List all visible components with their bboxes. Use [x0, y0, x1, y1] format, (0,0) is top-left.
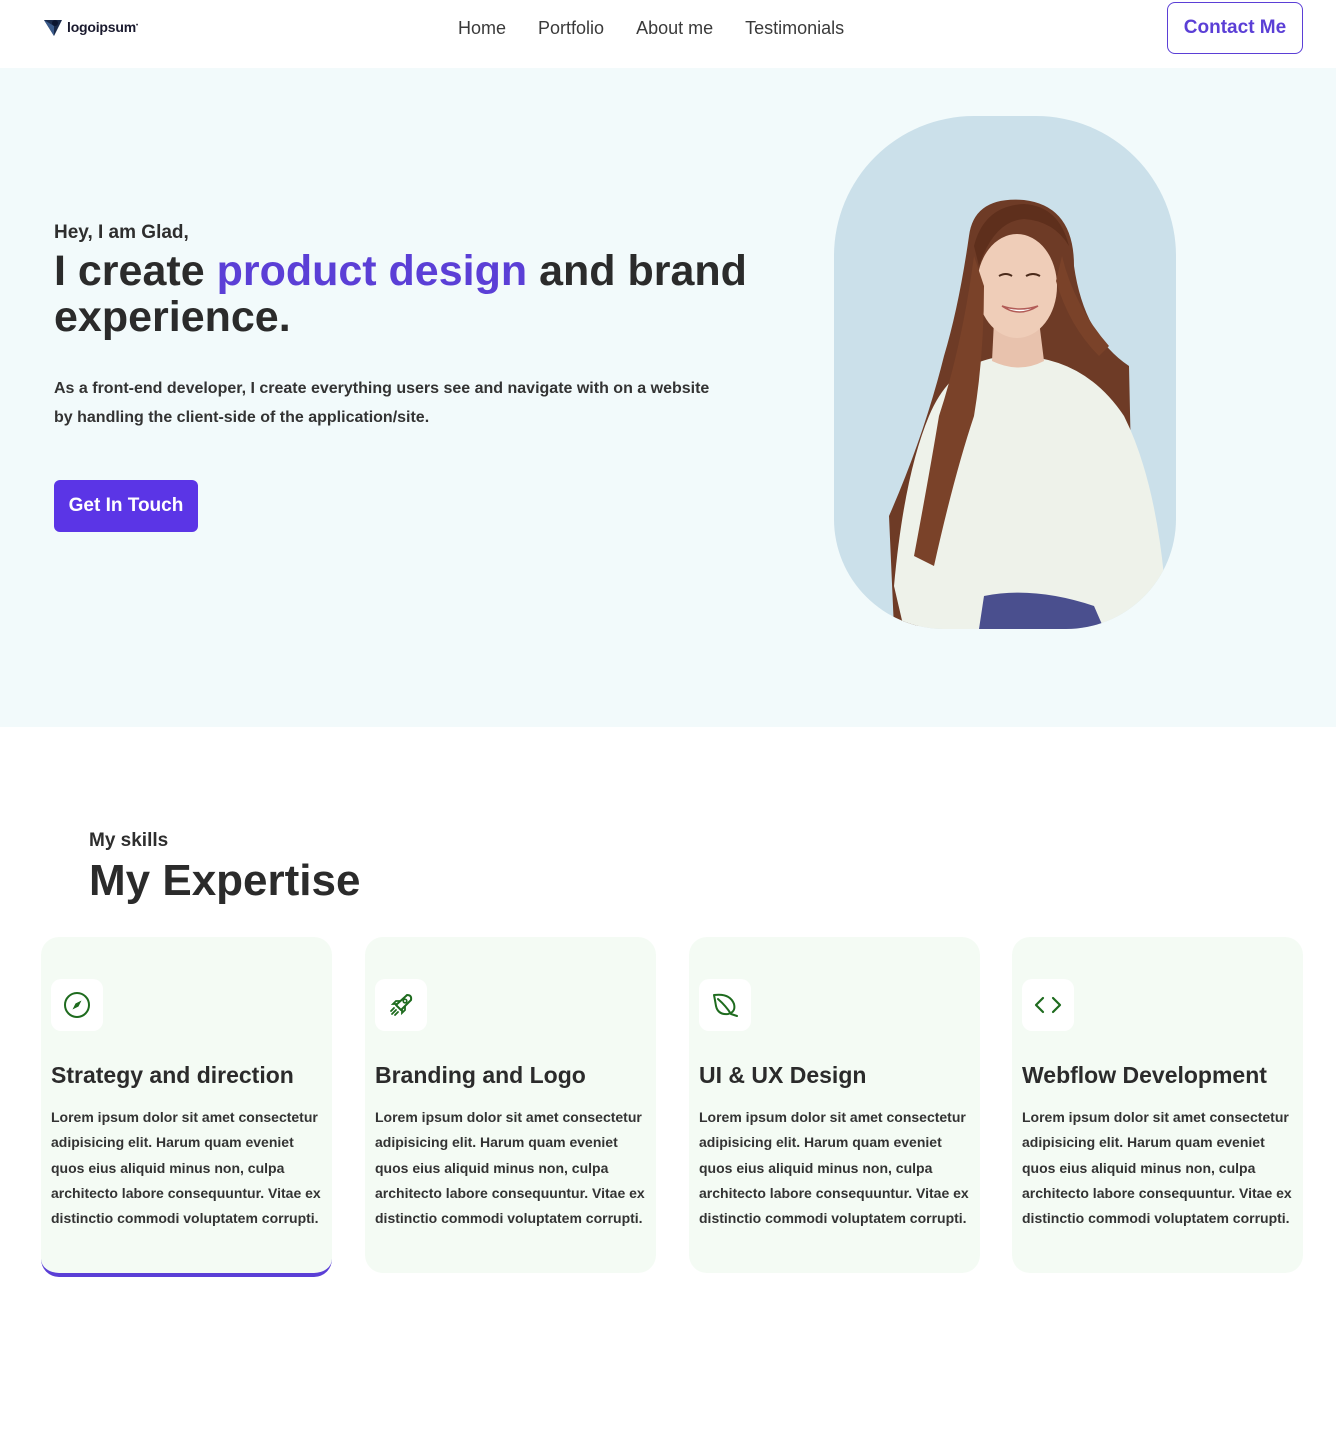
nav-link-about[interactable]: About me [636, 16, 713, 40]
card-title: UI & UX Design [699, 1062, 867, 1088]
contact-me-button[interactable]: Contact Me [1167, 2, 1303, 54]
logo-text: logoipsum• [67, 19, 138, 35]
skill-card-ui-ux[interactable]: UI & UX Design Lorem ipsum dolor sit ame… [689, 937, 980, 1273]
hero-section: Hey, I am Glad, I create product design … [0, 68, 1336, 727]
card-text: Lorem ipsum dolor sit amet consectetur a… [699, 1109, 969, 1227]
card-title: Strategy and direction [51, 1062, 294, 1088]
skills-title: My Expertise [89, 856, 361, 905]
person-illustration [889, 199, 1164, 629]
card-icon-box [699, 979, 751, 1031]
card-icon-box [375, 979, 427, 1031]
top-nav: logoipsum• Home Portfolio About me Testi… [0, 0, 1336, 68]
logo-icon [44, 20, 62, 36]
nav-link-home[interactable]: Home [458, 16, 506, 40]
card-title: Branding and Logo [375, 1062, 586, 1088]
hero-title-accent: product design [216, 247, 528, 295]
compass-icon [64, 992, 90, 1018]
skill-card-strategy[interactable]: Strategy and direction Lorem ipsum dolor… [41, 937, 332, 1277]
leaf-icon [713, 993, 738, 1017]
rocket-icon [390, 994, 413, 1016]
skill-card-branding[interactable]: Branding and Logo Lorem ipsum dolor sit … [365, 937, 656, 1273]
get-in-touch-button[interactable]: Get In Touch [54, 480, 198, 532]
hero-description: As a front-end developer, I create every… [54, 380, 710, 426]
hero-title: I create product design and brand experi… [54, 247, 747, 341]
card-title: Webflow Development [1022, 1062, 1267, 1088]
nav-link-portfolio[interactable]: Portfolio [538, 16, 604, 40]
card-text: Lorem ipsum dolor sit amet consectetur a… [375, 1109, 645, 1227]
logo[interactable]: logoipsum• [42, 16, 138, 38]
nav-links: Home Portfolio About me Testimonials [458, 16, 844, 40]
card-text: Lorem ipsum dolor sit amet consectetur a… [51, 1109, 321, 1227]
card-text: Lorem ipsum dolor sit amet consectetur a… [1022, 1109, 1292, 1227]
portrait-image [834, 116, 1176, 629]
nav-link-testimonials[interactable]: Testimonials [745, 16, 844, 40]
skills-subtitle: My skills [89, 830, 169, 851]
card-icon-box [1022, 979, 1074, 1031]
skill-card-webflow[interactable]: Webflow Development Lorem ipsum dolor si… [1012, 937, 1303, 1273]
hero-greeting: Hey, I am Glad, [54, 222, 189, 243]
card-icon-box [51, 979, 103, 1031]
code-icon [1034, 996, 1062, 1014]
